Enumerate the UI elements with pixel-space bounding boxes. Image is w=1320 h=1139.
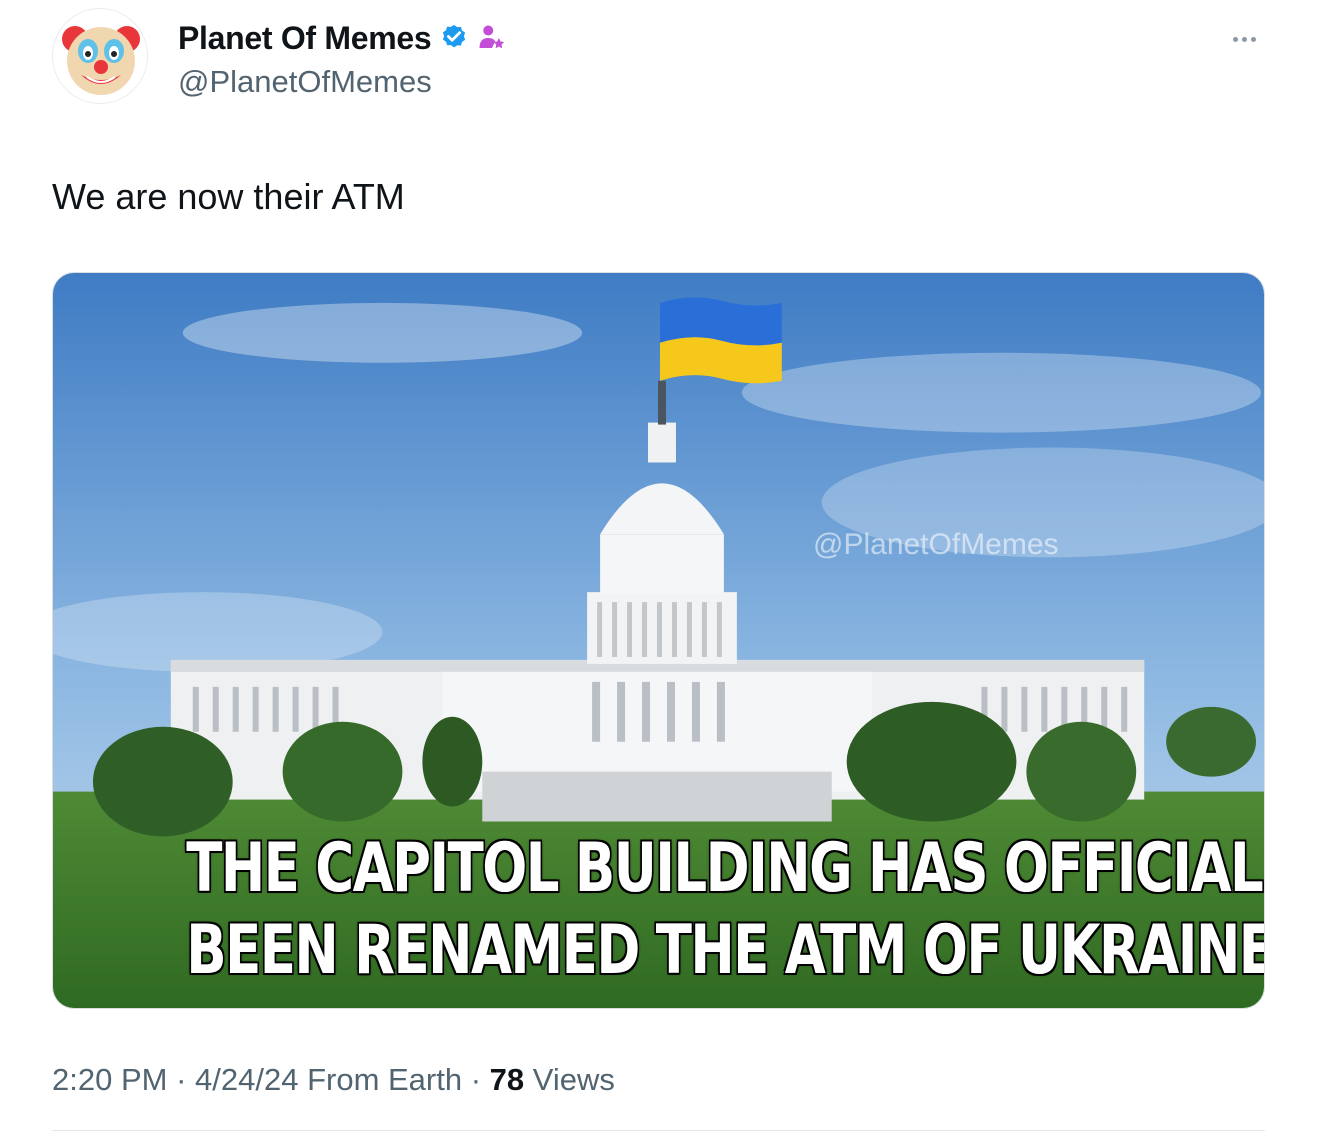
tweet-time[interactable]: 2:20 PM [52,1062,167,1097]
tweet-source: From Earth [298,1062,463,1097]
verified-badge-icon[interactable] [439,23,469,53]
tweet-media-image[interactable]: @PlanetOfMemes THE CAPITOL BUILDING HAS … [52,272,1265,1009]
author-handle[interactable]: @PlanetOfMemes [178,64,432,100]
meme-caption-line-2: BEEN RENAMED THE ATM OF UKRAINE [185,911,1265,990]
more-options-icon[interactable] [1226,24,1262,54]
person-star-icon[interactable] [477,23,507,53]
divider [52,1130,1265,1131]
author-name-row: Planet Of Memes [178,18,507,58]
tweet-meta: 2:20 PM · 4/24/24 From Earth · 78 Views [52,1062,615,1098]
avatar[interactable] [52,8,148,104]
clown-face-icon [53,9,147,103]
views-label: Views [524,1062,615,1097]
author-display-name[interactable]: Planet Of Memes [178,20,432,57]
meta-separator: · [462,1062,490,1097]
tweet-date[interactable]: 4/24/24 [195,1062,298,1097]
meme-caption-line-1: THE CAPITOL BUILDING HAS OFFICIALLY [185,829,1265,908]
tweet-text: We are now their ATM [52,176,405,217]
ukraine-flag [659,297,782,384]
views-count[interactable]: 78 [490,1062,524,1097]
media-watermark: @PlanetOfMemes [813,528,1059,561]
meta-separator: · [167,1062,196,1097]
